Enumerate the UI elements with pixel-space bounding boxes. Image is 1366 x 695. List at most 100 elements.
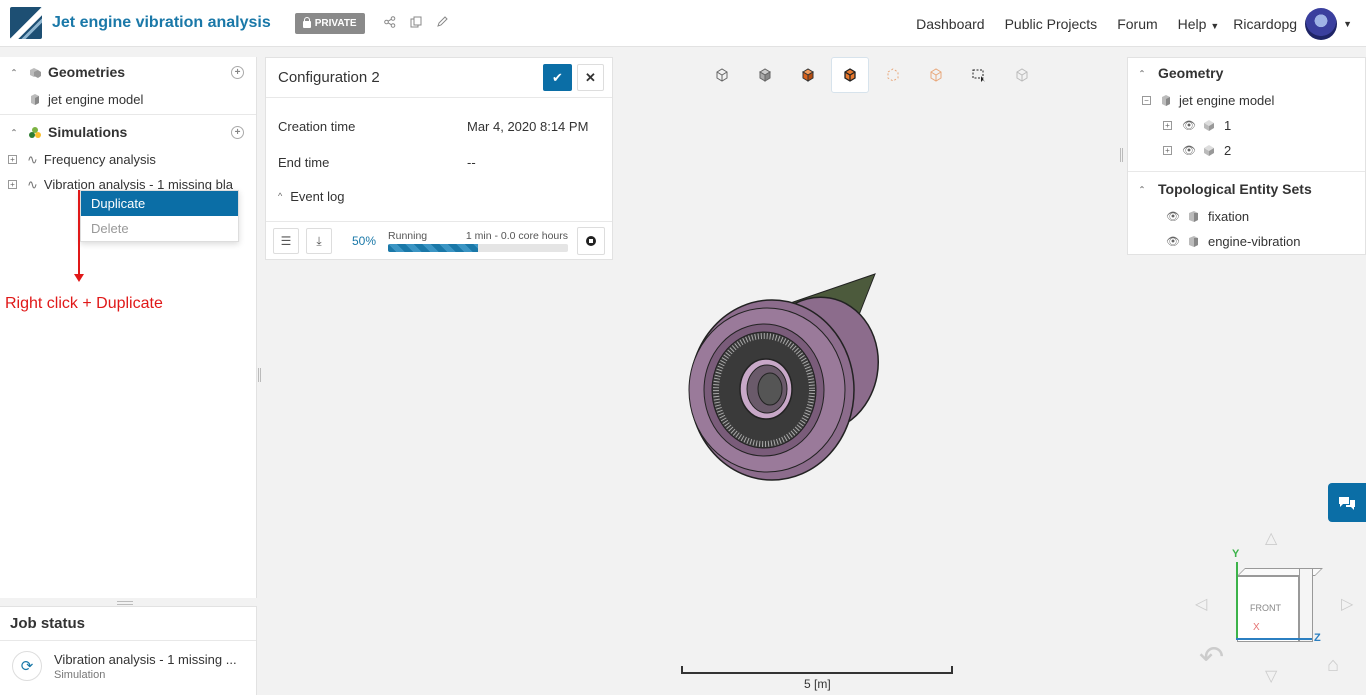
nav-forum[interactable]: Forum xyxy=(1117,16,1157,32)
share-icon[interactable] xyxy=(383,15,397,31)
add-simulation-button[interactable]: + xyxy=(231,125,244,139)
collapse-icon[interactable]: − xyxy=(1142,96,1151,105)
part-row[interactable]: + 👁 1 xyxy=(1128,113,1365,138)
node-select-icon[interactable] xyxy=(871,57,914,93)
creation-time-label: Creation time xyxy=(278,118,356,134)
duplicate-menu-item[interactable]: Duplicate xyxy=(81,191,238,216)
z-axis xyxy=(1236,638,1312,640)
avatar[interactable] xyxy=(1305,7,1338,40)
expand-icon[interactable]: + xyxy=(8,180,17,189)
box-select-icon[interactable] xyxy=(957,57,1000,93)
nav-dashboard[interactable]: Dashboard xyxy=(916,16,985,32)
end-time-value: -- xyxy=(467,154,476,170)
viewport-toolbar xyxy=(700,57,1043,93)
list-icon[interactable]: ☰ xyxy=(273,227,299,254)
nav-help-label: Help xyxy=(1177,15,1207,32)
hidden-select-icon[interactable] xyxy=(1000,57,1043,93)
topo-section-label: Topological Entity Sets xyxy=(1158,181,1312,197)
progress-bar xyxy=(388,243,569,252)
rotate-up-icon[interactable]: △ xyxy=(1265,528,1277,548)
cube-right-face[interactable] xyxy=(1299,568,1313,642)
topo-section-header[interactable]: ⌃ Topological Entity Sets xyxy=(1128,174,1365,204)
edge-select-icon[interactable] xyxy=(914,57,957,93)
expand-icon[interactable]: + xyxy=(1163,146,1172,155)
stop-button[interactable] xyxy=(577,226,605,255)
vibration-wave-icon: ∿ xyxy=(27,176,38,192)
rotate-left-icon[interactable]: ◁ xyxy=(1195,594,1207,614)
simulations-header[interactable]: ⌃ Simulations + xyxy=(0,117,256,147)
chat-button[interactable] xyxy=(1328,483,1366,522)
scene-tree-panel: ⌃ Geometry − jet engine model + 👁 1 + 👁 … xyxy=(1127,57,1366,255)
simscale-logo[interactable] xyxy=(10,7,42,39)
delete-menu-item[interactable]: Delete xyxy=(81,216,238,241)
volume-select-icon[interactable] xyxy=(831,57,869,93)
chevron-up-icon[interactable]: ⌃ xyxy=(1136,69,1148,78)
rotate-ccw-icon[interactable]: ↶ xyxy=(1199,640,1224,675)
set-icon xyxy=(1188,236,1198,247)
part-cube-icon xyxy=(1203,145,1214,156)
topo-set-row[interactable]: 👁 engine-vibration xyxy=(1128,229,1365,254)
eye-icon[interactable]: 👁 xyxy=(1182,119,1196,132)
rotate-down-icon[interactable]: ▽ xyxy=(1265,666,1277,686)
view-cube[interactable]: △ ◁ ▷ ▽ ↶ ⌂ FRONT Y Z X xyxy=(1195,528,1365,688)
nav-user[interactable]: Ricardopg xyxy=(1233,16,1297,32)
scene-model-row[interactable]: − jet engine model xyxy=(1128,88,1365,113)
nav-public-projects[interactable]: Public Projects xyxy=(1005,16,1098,32)
chevron-down-icon: ▼ xyxy=(1210,20,1220,31)
panel-resize-handle[interactable] xyxy=(117,601,133,605)
progress-fill xyxy=(388,243,479,252)
project-title[interactable]: Jet engine vibration analysis xyxy=(52,14,271,32)
geometries-label: Geometries xyxy=(48,64,126,80)
topo-set-label: fixation xyxy=(1207,209,1250,224)
x-axis-label: X xyxy=(1253,622,1260,633)
chevron-up-icon[interactable]: ⌃ xyxy=(8,128,20,137)
end-time-label: End time xyxy=(278,154,330,170)
context-menu: Duplicate Delete xyxy=(80,190,239,242)
home-icon[interactable]: ⌂ xyxy=(1327,654,1339,677)
job-row[interactable]: ⟳ Vibration analysis - 1 missing ... Sim… xyxy=(0,641,256,691)
expand-icon[interactable]: + xyxy=(1163,121,1172,130)
expand-icon[interactable]: + xyxy=(8,155,17,164)
geometry-section-header[interactable]: ⌃ Geometry xyxy=(1128,58,1365,88)
geometry-section-label: Geometry xyxy=(1158,65,1224,81)
close-button[interactable]: ✕ xyxy=(577,64,604,91)
frequency-wave-icon: ∿ xyxy=(27,151,38,167)
wireframe-view-icon[interactable] xyxy=(700,57,743,93)
run-config-panel: Configuration 2 ✔ ✕ Creation time Mar 4,… xyxy=(265,57,613,260)
solid-view-icon[interactable] xyxy=(743,57,786,93)
sim-item-frequency[interactable]: + ∿ Frequency analysis xyxy=(0,147,256,172)
eye-icon[interactable]: 👁 xyxy=(1182,144,1196,157)
chevron-up-icon[interactable]: ⌃ xyxy=(8,68,20,77)
left-splitter[interactable] xyxy=(258,368,261,382)
face-select-icon[interactable] xyxy=(786,57,829,93)
top-bar: Jet engine vibration analysis PRIVATE Da… xyxy=(0,0,1366,47)
job-type: Simulation xyxy=(54,668,106,681)
chevron-up-icon[interactable]: ⌃ xyxy=(1136,185,1148,194)
event-log-toggle[interactable]: ^ Event log xyxy=(266,180,612,212)
edit-icon[interactable] xyxy=(435,15,449,31)
eye-icon[interactable]: 👁 xyxy=(1166,210,1180,223)
z-axis-label: Z xyxy=(1314,632,1321,644)
sim-item-label: Frequency analysis xyxy=(43,152,156,167)
right-splitter[interactable] xyxy=(1120,148,1123,162)
part-row[interactable]: + 👁 2 xyxy=(1128,138,1365,163)
download-icon[interactable]: ⤓ xyxy=(306,227,332,254)
topo-set-row[interactable]: 👁 fixation xyxy=(1128,204,1365,229)
job-status-title: Job status xyxy=(0,607,256,641)
confirm-button[interactable]: ✔ xyxy=(543,64,572,91)
add-geometry-button[interactable]: + xyxy=(231,65,244,79)
geometry-item[interactable]: jet engine model xyxy=(0,87,256,112)
y-axis-label: Y xyxy=(1232,548,1240,560)
rotate-right-icon[interactable]: ▷ xyxy=(1341,594,1353,614)
simulations-icon xyxy=(29,126,41,138)
eye-icon[interactable]: 👁 xyxy=(1166,235,1180,248)
jet-engine-model[interactable] xyxy=(680,270,885,485)
config-header: Configuration 2 ✔ ✕ xyxy=(266,58,612,98)
geometries-header[interactable]: ⌃ Geometries + xyxy=(0,57,256,87)
part-label: 1 xyxy=(1223,118,1232,133)
copy-icon[interactable] xyxy=(409,16,423,31)
annotation-arrow xyxy=(74,274,84,282)
nav-help[interactable]: Help ▼ xyxy=(1178,16,1220,32)
private-badge: PRIVATE xyxy=(294,12,365,34)
user-menu-chevron-icon[interactable]: ▼ xyxy=(1343,19,1352,29)
